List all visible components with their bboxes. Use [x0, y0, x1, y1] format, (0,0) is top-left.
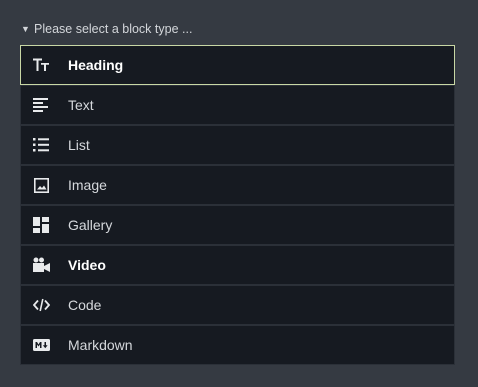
block-option-image[interactable]: Image — [20, 165, 455, 205]
block-option-gallery[interactable]: Gallery — [20, 205, 455, 245]
block-option-label: Heading — [68, 57, 124, 73]
caret-down-icon: ▼ — [21, 24, 30, 34]
block-option-video[interactable]: Video — [20, 245, 455, 285]
block-option-label: Text — [68, 97, 94, 113]
block-option-code[interactable]: Code — [20, 285, 455, 325]
block-type-prompt: Please select a block type ... — [34, 22, 193, 36]
block-option-label: Video — [68, 257, 106, 273]
block-option-label: Code — [68, 297, 102, 313]
image-icon — [32, 176, 50, 194]
gallery-icon — [32, 216, 50, 234]
block-option-markdown[interactable]: Markdown — [20, 325, 455, 365]
heading-icon — [32, 56, 50, 74]
block-type-header[interactable]: ▼ Please select a block type ... — [21, 21, 192, 37]
block-option-label: Markdown — [68, 337, 133, 353]
block-type-panel: ▼ Please select a block type ... Heading — [0, 0, 478, 387]
block-option-label: Gallery — [68, 217, 113, 233]
block-option-label: Image — [68, 177, 107, 193]
block-option-list[interactable]: List — [20, 125, 455, 165]
block-option-text[interactable]: Text — [20, 85, 455, 125]
code-icon — [32, 296, 50, 314]
text-icon — [32, 96, 50, 114]
video-icon — [32, 256, 50, 274]
block-type-list: Heading Text List Image Gallery Video Co… — [20, 45, 455, 365]
markdown-icon — [32, 336, 50, 354]
list-icon — [32, 136, 50, 154]
block-option-label: List — [68, 137, 90, 153]
block-option-heading[interactable]: Heading — [20, 45, 455, 85]
